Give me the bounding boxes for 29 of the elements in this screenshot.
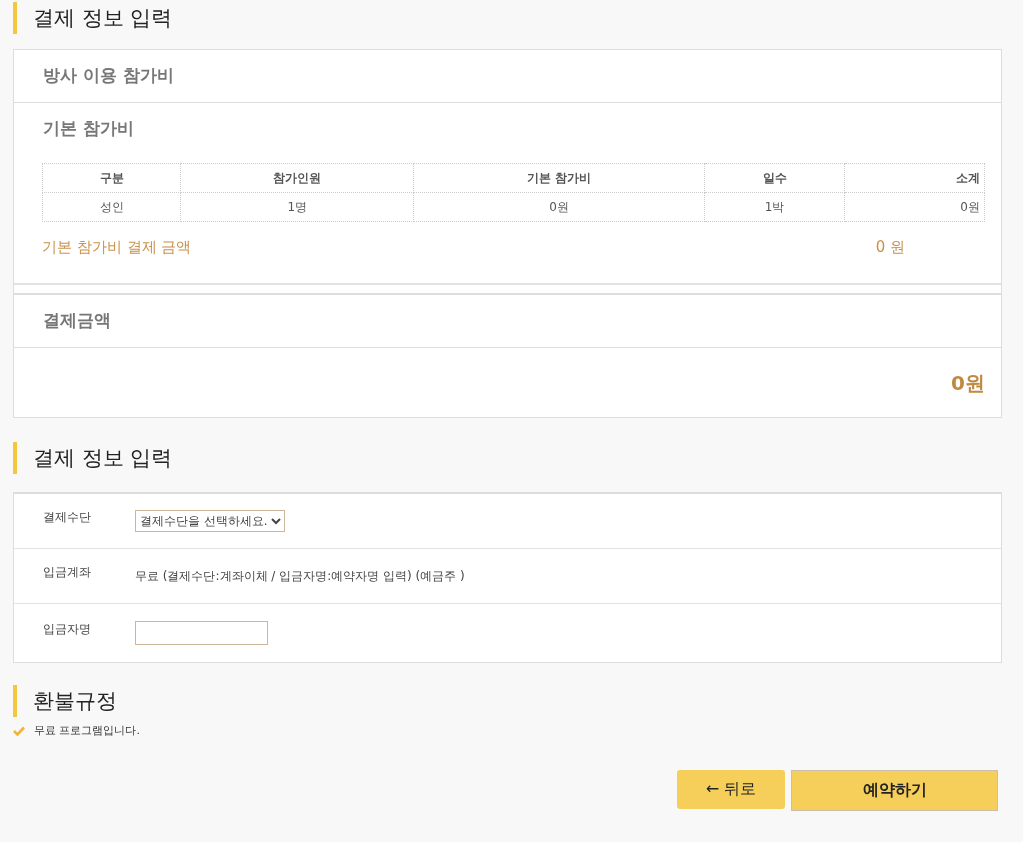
column-header: 구분 [42,163,181,193]
reserve-button[interactable]: 예약하기 [791,770,998,811]
section-title: 환불규정 [13,685,1002,717]
table-cell: 성인 [42,192,181,222]
column-header: 참가인원 [180,163,414,193]
check-icon [13,725,25,736]
amount-label: 기본 참가비 결제 금액 [42,238,192,257]
field-label: 입금계좌 [42,563,92,581]
column-header: 소계 [844,163,985,193]
panel-subtitle: 기본 참가비 [42,117,135,140]
panel-title: 방사 이용 참가비 [14,50,1001,103]
table-cell: 0원 [844,192,985,222]
back-button[interactable]: ← 뒤로 [677,770,785,809]
section-title: 결제 정보 입력 [13,2,1002,34]
table-cell: 1박 [704,192,845,222]
account-info: 무료 (결제수단:계좌이체 / 입금자명:예약자명 입력) (예금주 ) [135,567,465,585]
field-label: 입금자명 [42,620,92,638]
total-value: 0원 [950,370,986,397]
table-cell: 0원 [413,192,705,222]
section-title: 결제 정보 입력 [13,442,1002,474]
depositor-input[interactable] [135,621,268,645]
panel-title: 결제금액 [14,295,1001,348]
refund-note: 무료 프로그램입니다. [34,723,140,738]
column-header: 기본 참가비 [413,163,705,193]
field-label: 결제수단 [42,508,92,526]
table-cell: 1명 [180,192,414,222]
payment-method-select[interactable]: 결제수단을 선택하세요. [135,510,285,532]
column-header: 일수 [704,163,845,193]
amount-value: 0 원 [875,238,905,257]
